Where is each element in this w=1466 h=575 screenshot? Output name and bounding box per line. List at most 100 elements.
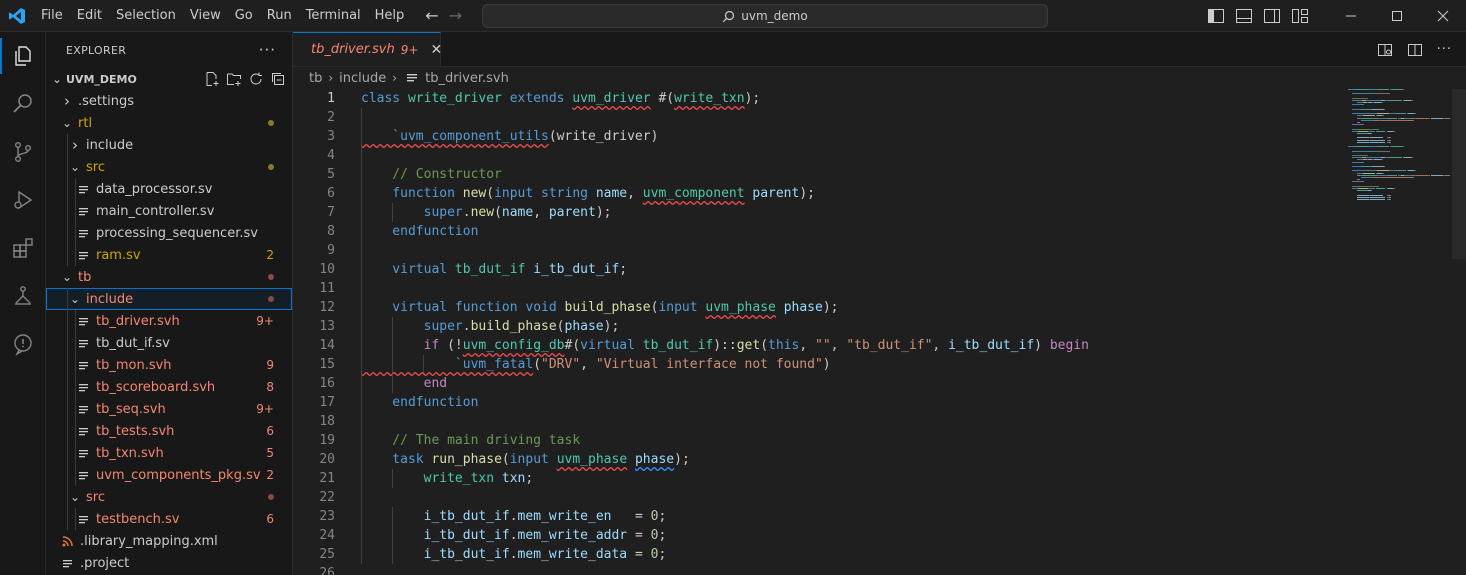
code-line: 21 write_txn txn;	[293, 469, 1343, 488]
code-content: if (!uvm_config_db#(virtual tb_dut_if)::…	[361, 338, 1089, 353]
more-editor-actions-icon[interactable]: ···	[1437, 42, 1452, 57]
tree-folder[interactable]: ⌄ src	[46, 156, 292, 178]
tree-file[interactable]: tb_txn.svh 5	[46, 442, 292, 464]
minimap-line	[1352, 108, 1362, 110]
minimap-line	[1404, 157, 1411, 159]
tree-folder[interactable]: ⌄ include	[46, 288, 292, 310]
indent-guide	[75, 398, 76, 420]
workspace-root-label: UVM_DEMO	[66, 72, 137, 86]
editor-scrollbar[interactable]	[1452, 89, 1466, 259]
code-line: 5 // Constructor	[293, 165, 1343, 184]
indent-guide	[67, 464, 68, 486]
code-token: );	[603, 319, 620, 334]
tree-file[interactable]: main_controller.sv	[46, 200, 292, 222]
menu-selection[interactable]: Selection	[109, 0, 183, 32]
menu-view[interactable]: View	[183, 0, 228, 32]
collapse-all-icon[interactable]	[270, 71, 286, 87]
tab-tb-driver[interactable]: tb_driver.svh 9+ ✕	[293, 32, 442, 66]
chat-feedback-icon[interactable]	[0, 320, 46, 368]
breadcrumb-item-file[interactable]: tb_driver.svh	[425, 71, 509, 86]
minimize-icon[interactable]	[1328, 0, 1374, 32]
tree-file[interactable]: tb_seq.svh 9+	[46, 398, 292, 420]
breadcrumb-item-include[interactable]: include	[339, 71, 386, 86]
open-preview-icon[interactable]	[1377, 42, 1393, 58]
extensions-icon[interactable]	[0, 224, 46, 272]
code-token: "tb_dut_if"	[846, 338, 933, 353]
workspace-root[interactable]: ⌄ UVM_DEMO	[46, 68, 292, 90]
minimap-line	[1348, 89, 1355, 90]
tree-file[interactable]: uvm_components_pkg.sv 2	[46, 464, 292, 486]
new-file-icon[interactable]	[204, 71, 220, 87]
new-folder-icon[interactable]	[226, 71, 242, 87]
command-center-search[interactable]: uvm_demo	[482, 4, 1048, 28]
testing-flask-icon[interactable]	[0, 272, 46, 320]
tree-file[interactable]: tb_dut_if.sv	[46, 332, 292, 354]
code-token: ,	[627, 186, 643, 201]
minimap-line	[1352, 100, 1363, 101]
menu-edit[interactable]: Edit	[70, 0, 109, 32]
minimap-line	[1374, 93, 1390, 95]
minimap[interactable]	[1348, 89, 1466, 575]
code-token: write_txn	[361, 471, 502, 486]
menu-terminal[interactable]: Terminal	[299, 0, 368, 32]
split-editor-icon[interactable]	[1407, 42, 1423, 58]
tree-file[interactable]: tb_scoreboard.svh 8	[46, 376, 292, 398]
tree-file[interactable]: .project	[46, 552, 292, 574]
tree-folder[interactable]: ⌄ tb	[46, 266, 292, 288]
tree-file[interactable]: testbench.sv 6	[46, 508, 292, 530]
close-tab-icon[interactable]: ✕	[430, 42, 442, 58]
line-number: 15	[319, 357, 335, 372]
code-content: virtual tb_dut_if i_tb_dut_if;	[361, 262, 627, 277]
tree-folder[interactable]: ⌄ rtl	[46, 112, 292, 134]
code-token: ;	[525, 471, 534, 486]
indent-guide	[75, 508, 76, 530]
minimap-line	[1430, 117, 1443, 119]
explorer-sidebar: EXPLORER ··· ⌄ UVM_DEMO › .settings ⌄ rtl › i…	[46, 32, 293, 575]
tree-file[interactable]: ram.sv 2	[46, 244, 292, 266]
back-arrow-icon[interactable]: ←	[425, 6, 438, 25]
tree-file[interactable]: .library_mapping.xml	[46, 530, 292, 552]
tree-file[interactable]: data_processor.sv	[46, 178, 292, 200]
source-control-icon[interactable]	[0, 128, 46, 176]
toggle-panel-icon[interactable]	[1230, 0, 1258, 32]
tree-folder[interactable]: ⌄ src	[46, 486, 292, 508]
search-view-icon[interactable]	[0, 80, 46, 128]
tree-file[interactable]: tb_mon.svh 9	[46, 354, 292, 376]
code-line: 1 class write_driver extends uvm_driver #…	[293, 89, 1343, 108]
chevron-down-icon: ⌄	[61, 116, 73, 130]
run-debug-icon[interactable]	[0, 176, 46, 224]
toggle-primary-sidebar-icon[interactable]	[1202, 0, 1230, 32]
minimap-line	[1366, 100, 1374, 101]
menu-help[interactable]: Help	[368, 0, 412, 32]
maximize-icon[interactable]	[1374, 0, 1420, 32]
code-editor[interactable]: 1 class write_driver extends uvm_driver #…	[293, 89, 1343, 575]
close-window-icon[interactable]	[1420, 0, 1466, 32]
menu-go[interactable]: Go	[228, 0, 260, 32]
code-line: 3 `uvm_component_utils(write_driver)	[293, 127, 1343, 146]
code-token: #(	[650, 91, 675, 106]
refresh-icon[interactable]	[248, 71, 264, 87]
minimap-line	[1376, 113, 1389, 115]
tree-folder[interactable]: › include	[46, 134, 292, 156]
line-number: 14	[319, 338, 335, 353]
customize-layout-icon[interactable]	[1286, 0, 1314, 32]
explorer-icon[interactable]	[0, 32, 46, 80]
toggle-secondary-sidebar-icon[interactable]	[1258, 0, 1286, 32]
forward-arrow-icon[interactable]: →	[449, 6, 462, 25]
tree-folder[interactable]: › .settings	[46, 90, 292, 112]
tree-file[interactable]: tb_tests.svh 6	[46, 420, 292, 442]
minimap-line	[1370, 139, 1386, 141]
minimap-line	[1361, 170, 1372, 172]
line-number: 3	[327, 129, 335, 144]
minimap-line	[1366, 157, 1374, 159]
indent-guide	[75, 442, 76, 464]
tree-file[interactable]: tb_driver.svh 9+	[46, 310, 292, 332]
minimap-line	[1354, 89, 1369, 90]
line-number: 22	[319, 490, 335, 505]
tree-file[interactable]: processing_sequencer.sv	[46, 222, 292, 244]
menu-file[interactable]: File	[34, 0, 70, 32]
code-token: super	[361, 205, 463, 220]
menu-run[interactable]: Run	[260, 0, 299, 32]
more-actions-icon[interactable]: ···	[259, 41, 276, 59]
breadcrumb-item-tb[interactable]: tb	[309, 71, 322, 86]
